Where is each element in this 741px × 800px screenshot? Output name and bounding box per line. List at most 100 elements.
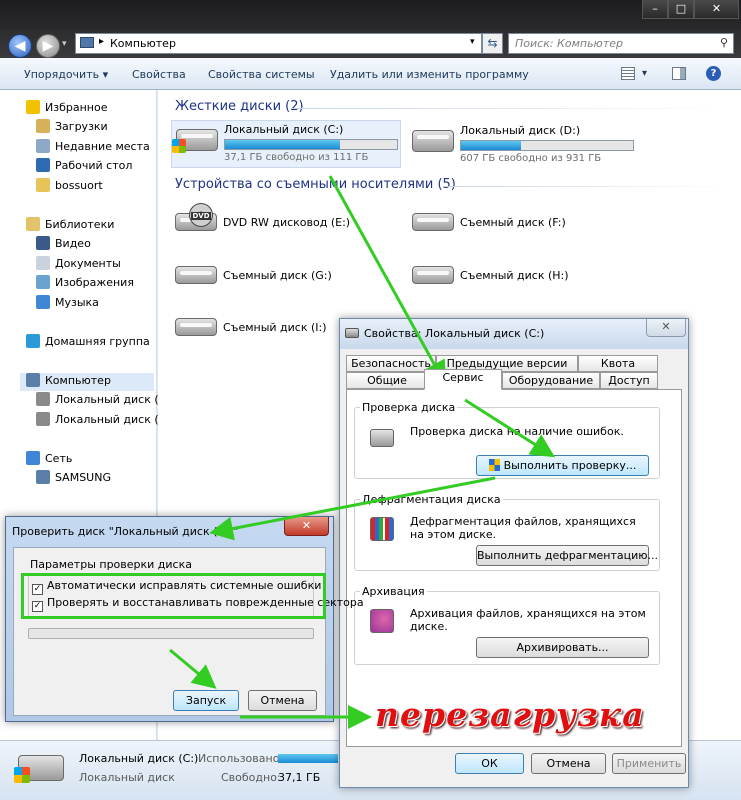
run-check-button[interactable]: Выполнить проверку... xyxy=(476,455,649,476)
system-properties-button[interactable]: Свойства системы xyxy=(208,68,315,81)
drive-h-label: Съемный диск (H:) xyxy=(460,269,569,282)
breadcrumb-separator-icon[interactable]: ▸ xyxy=(99,36,104,47)
group-header-removable[interactable]: Устройства со съемными носителями (5) xyxy=(175,177,456,192)
sidebar-item[interactable]: Музыка xyxy=(36,295,99,313)
sidebar-item-label: Рабочий стол xyxy=(55,159,133,172)
check-disk-dialog-title: Проверить диск "Локальный диск (C:)" xyxy=(12,525,239,538)
sidebar-item[interactable]: Документы xyxy=(36,256,121,274)
drive-g[interactable]: Съемный диск (G:) xyxy=(171,260,401,300)
backup-icon xyxy=(370,609,394,633)
drive-i-label: Съемный диск (I:) xyxy=(223,321,327,334)
tab-sharing[interactable]: Доступ xyxy=(600,372,658,389)
defrag-icon xyxy=(370,517,394,541)
sidebar-item[interactable]: Загрузки xyxy=(36,119,108,137)
view-dropdown-icon[interactable]: ▾ xyxy=(642,68,647,79)
tab-security[interactable]: Безопасность xyxy=(346,355,436,372)
computer-icon xyxy=(26,373,40,387)
minimize-button[interactable]: – xyxy=(642,0,668,19)
address-dropdown-icon[interactable]: ▾ xyxy=(470,37,475,47)
address-field[interactable]: ▸ Компьютер ▾ xyxy=(75,33,482,54)
sidebar-item-label: SAMSUNG xyxy=(55,471,111,484)
window-titlebar: – □ ✕ xyxy=(0,0,741,30)
sidebar-item[interactable]: Библиотеки xyxy=(26,217,114,235)
status-drive-type: Локальный диск xyxy=(79,771,175,784)
search-icon[interactable]: ⚲ xyxy=(720,36,728,49)
network-computer-icon xyxy=(36,470,50,484)
ok-button[interactable]: ОК xyxy=(455,753,524,774)
tab-hardware[interactable]: Оборудование xyxy=(502,372,600,389)
sidebar-item[interactable]: Избранное xyxy=(26,100,107,118)
status-used-label: Использовано: xyxy=(198,752,284,765)
history-dropdown-icon[interactable]: ▾ xyxy=(62,39,67,49)
drive-f[interactable]: Съемный диск (F:) xyxy=(408,207,638,247)
group-header-hard-disks[interactable]: Жесткие диски (2) xyxy=(175,99,304,114)
uninstall-program-button[interactable]: Удалить или изменить программу xyxy=(330,68,529,81)
drive-d-usage-bar xyxy=(460,140,634,151)
drive-d-usage-fill xyxy=(461,141,522,150)
properties-title: Свойства: Локальный диск (C:) xyxy=(364,327,545,340)
search-placeholder: Поиск: Компьютер xyxy=(515,37,623,50)
status-drive-name: Локальный диск (C:) xyxy=(79,752,199,765)
start-button[interactable]: Запуск xyxy=(173,690,239,711)
cancel-button[interactable]: Отмена xyxy=(531,753,606,774)
removable-disk-icon xyxy=(175,318,217,336)
status-free-value: 37,1 ГБ xyxy=(278,771,321,784)
organize-button[interactable]: Упорядочить ▾ xyxy=(24,68,108,81)
maximize-button[interactable]: □ xyxy=(668,0,694,19)
properties-close-button[interactable]: ✕ xyxy=(646,319,686,337)
drive-c-usage-bar xyxy=(224,139,398,150)
check-disk-title: Проверка диска xyxy=(360,401,458,414)
properties-button[interactable]: Свойства xyxy=(132,68,186,81)
sidebar-item[interactable]: Сеть xyxy=(26,451,72,469)
sidebar-item-label: Локальный диск (C xyxy=(55,393,167,406)
sidebar-item-label: Изображения xyxy=(55,276,134,289)
sidebar-item[interactable]: Видео xyxy=(36,236,91,254)
preview-pane-icon[interactable] xyxy=(672,67,686,80)
downloads-folder-icon xyxy=(36,119,50,133)
check-cancel-button[interactable]: Отмена xyxy=(248,690,317,711)
sidebar-item[interactable]: Недавние места xyxy=(36,139,150,157)
sidebar-item[interactable]: Изображения xyxy=(36,275,134,293)
run-defrag-button[interactable]: Выполнить дефрагментацию... xyxy=(476,545,658,566)
sidebar-item[interactable]: SAMSUNG xyxy=(36,470,111,488)
refresh-icon[interactable]: ⇆ xyxy=(482,33,503,54)
group-divider xyxy=(291,108,731,109)
backup-button[interactable]: Архивировать... xyxy=(476,637,649,658)
search-input[interactable]: Поиск: Компьютер ⚲ xyxy=(508,33,734,54)
windows-logo-icon xyxy=(172,139,186,153)
help-icon[interactable]: ? xyxy=(706,66,721,81)
drive-d-icon xyxy=(36,412,50,426)
close-button[interactable]: ✕ xyxy=(694,0,739,19)
reboot-annotation: перезагрузка xyxy=(375,695,645,734)
view-options-icon[interactable] xyxy=(621,67,635,80)
forward-button[interactable]: ▶ xyxy=(36,34,60,58)
music-icon xyxy=(36,295,50,309)
drive-c-label: Локальный диск (C:) xyxy=(224,123,344,136)
sidebar-item[interactable]: bossuort xyxy=(36,178,103,196)
back-button[interactable]: ◀ xyxy=(8,34,32,58)
drive-d[interactable]: Локальный диск (D:) 607 ГБ свободно из 9… xyxy=(408,122,638,164)
defrag-title: Дефрагментация диска xyxy=(360,493,503,506)
sidebar-item[interactable]: Домашняя группа xyxy=(26,334,150,352)
drive-e[interactable]: DVD DVD RW дисковод (E:) xyxy=(171,203,401,243)
sidebar-item[interactable]: Рабочий стол xyxy=(36,158,132,176)
sidebar-item[interactable]: Локальный диск (C xyxy=(36,392,166,410)
tab-quota[interactable]: Квота xyxy=(578,355,658,372)
status-free-label: Свободно: xyxy=(221,771,281,784)
documents-icon xyxy=(36,256,50,270)
tab-tools[interactable]: Сервис xyxy=(424,369,502,390)
drive-c-usage-fill xyxy=(225,140,341,149)
apply-button[interactable]: Применить xyxy=(612,753,686,774)
drive-h[interactable]: Съемный диск (H:) xyxy=(408,260,638,300)
tab-general[interactable]: Общие xyxy=(346,372,428,389)
folder-icon xyxy=(36,178,50,192)
check-disk-close-button[interactable]: ✕ xyxy=(284,517,329,536)
sidebar-item-label: Видео xyxy=(55,237,91,250)
breadcrumb-computer[interactable]: Компьютер xyxy=(110,37,176,50)
network-icon xyxy=(26,451,40,465)
drive-c-icon xyxy=(36,392,50,406)
drive-c[interactable]: Локальный диск (C:) 37,1 ГБ свободно из … xyxy=(171,120,401,168)
defrag-text: Дефрагментация файлов, хранящихся на это… xyxy=(410,515,636,541)
sidebar-item[interactable]: Локальный диск (D xyxy=(36,412,167,430)
sidebar-item[interactable]: Компьютер xyxy=(20,373,154,391)
